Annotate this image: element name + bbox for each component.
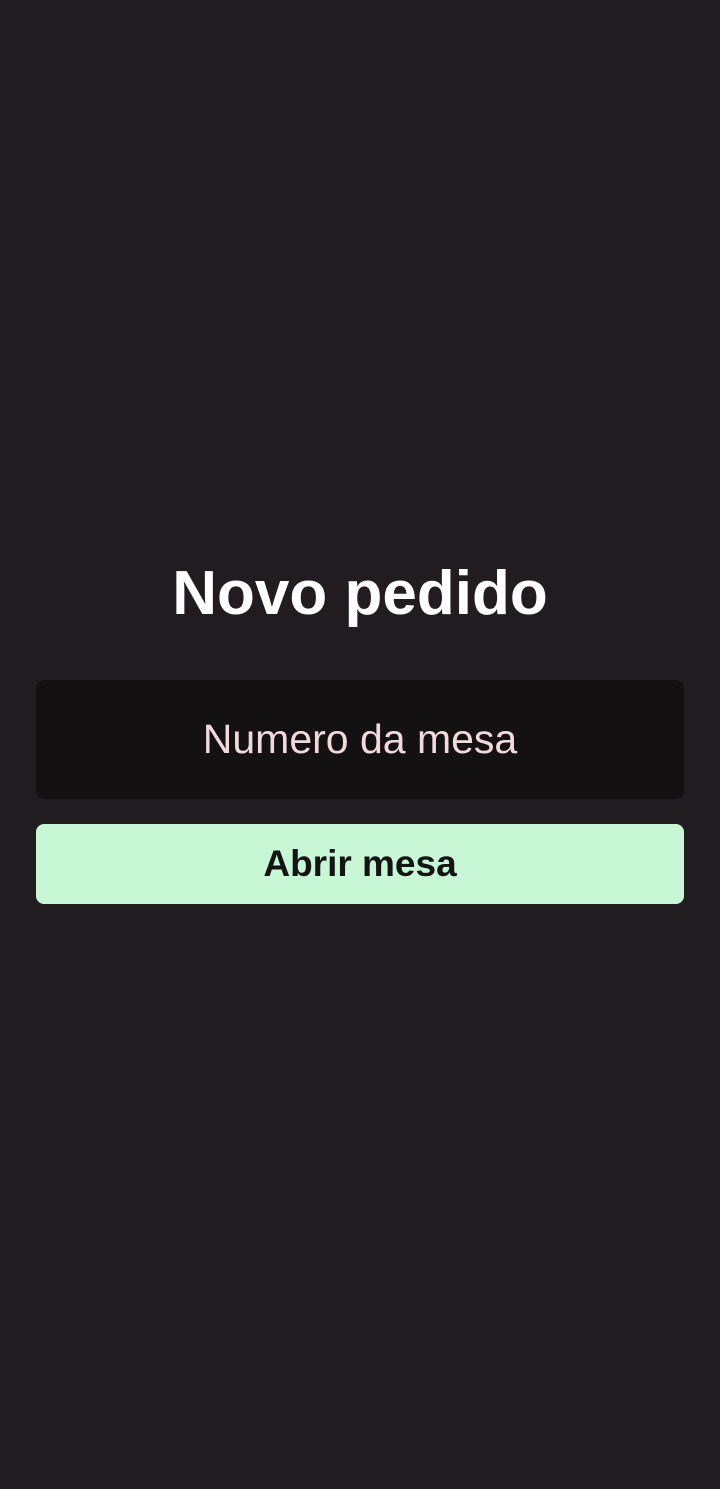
new-order-screen: Novo pedido Abrir mesa [0, 0, 720, 1489]
open-table-button[interactable]: Abrir mesa [36, 824, 684, 904]
table-number-input[interactable] [36, 680, 684, 799]
page-title: Novo pedido [172, 559, 548, 628]
